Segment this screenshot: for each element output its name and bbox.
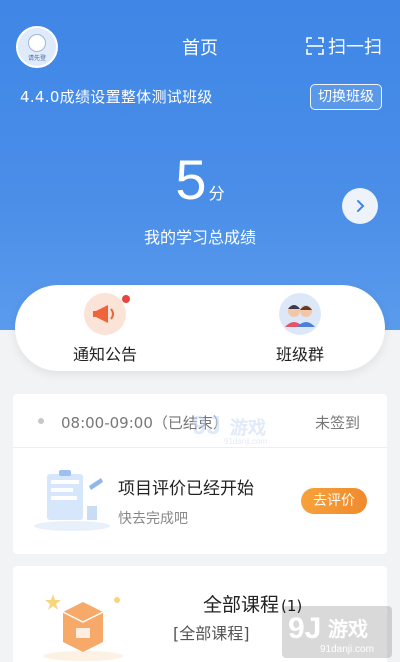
switch-class-button[interactable]: 切换班级 [310,84,382,110]
class-group-entry[interactable]: 班级群 [240,293,360,365]
scan-icon [306,37,324,55]
evaluation-clipboard-icon [34,470,110,531]
score-unit: 分 [208,184,225,203]
megaphone-icon [84,293,130,335]
course-box-icon [43,594,123,661]
scan-label: 扫一扫 [328,37,382,58]
scan-button[interactable]: 扫一扫 [306,33,382,59]
group-users-glyph [285,305,315,327]
group-users-icon [279,293,321,335]
watermark-brand-text: 游戏 [230,417,266,439]
watermark-logo: 9J 游戏 91danji.com [192,410,267,446]
class-name: 4.4.0成绩设置整体测试班级 [20,88,213,106]
score-value: 5 [175,148,207,211]
watermark-domain-text: 91danji.com [224,437,267,446]
notice-label: 通知公告 [72,345,137,364]
notice-entry[interactable]: 通知公告 [45,293,165,365]
evaluation-subtitle: 快去完成吧 [118,511,188,527]
megaphone-glyph [93,305,114,323]
score-display: 5分 [0,150,400,210]
watermark-corner-brand: 游戏 [328,617,368,641]
course-subtitle: [全部课程] [173,624,250,643]
group-label: 班级群 [275,345,324,364]
chevron-right-icon [357,200,365,212]
bullet-icon [38,418,44,424]
score-detail-button[interactable] [342,188,378,224]
score-label: 我的学习总成绩 [143,228,256,247]
watermark-corner-logo: 9J 游戏 91danji.com [282,606,392,658]
watermark-mark-text: 9J [192,410,221,440]
checkin-status: 未签到 [314,414,360,432]
watermark-corner-mark: 9J [288,612,321,645]
evaluation-title: 项目评价已经开始 [118,479,254,499]
watermark-corner-domain: 91danji.com [320,644,374,655]
unread-dot [122,295,130,303]
course-title-text: 全部课程 [203,594,280,616]
evaluate-button[interactable]: 去评价 [301,488,367,514]
quick-actions-card: 通知公告 班级群 [15,285,385,371]
